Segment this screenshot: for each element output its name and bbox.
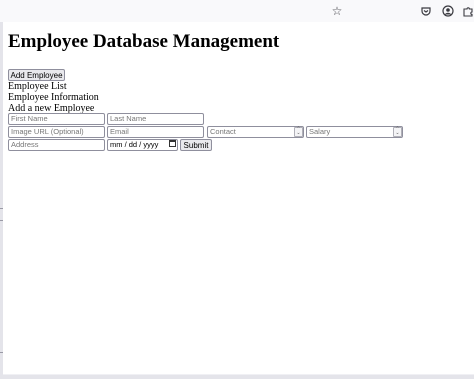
submit-button[interactable]: Submit [180,139,212,151]
page-content: Employee Database Management Add Employe… [3,22,474,374]
pocket-icon[interactable] [418,3,434,19]
add-employee-button[interactable]: Add Employee [8,69,65,81]
browser-toolbar: ☆ [0,0,474,23]
contact-input[interactable]: Contact [207,126,304,138]
contact-spinner-icon[interactable]: ⌃ ⌄ [294,127,303,137]
salary-spinner-icon[interactable]: ⌃ ⌄ [393,127,402,137]
salary-field[interactable]: Salary ⌃ ⌄ [306,126,403,138]
contact-field[interactable]: Contact ⌃ ⌄ [207,126,304,138]
employee-information-heading: Employee Information [8,92,99,103]
email-input[interactable]: Email [107,126,204,138]
bottom-edge [0,375,474,379]
last-name-input[interactable]: Last Name [107,113,204,125]
account-icon[interactable] [440,3,456,19]
salary-input[interactable]: Salary [306,126,403,138]
address-input[interactable]: Address [8,139,105,151]
bookmark-star-icon[interactable]: ☆ [329,3,345,19]
date-input[interactable]: mm / dd / yyyy [107,139,178,151]
calendar-icon[interactable] [169,140,176,147]
page-title: Employee Database Management [8,31,280,52]
extensions-icon[interactable] [460,3,474,19]
first-name-input[interactable]: First Name [8,113,105,125]
employee-list-heading: Employee List [8,81,67,92]
date-field[interactable]: mm / dd / yyyy [107,139,178,151]
image-url-input[interactable]: Image URL (Optional) [8,126,105,138]
